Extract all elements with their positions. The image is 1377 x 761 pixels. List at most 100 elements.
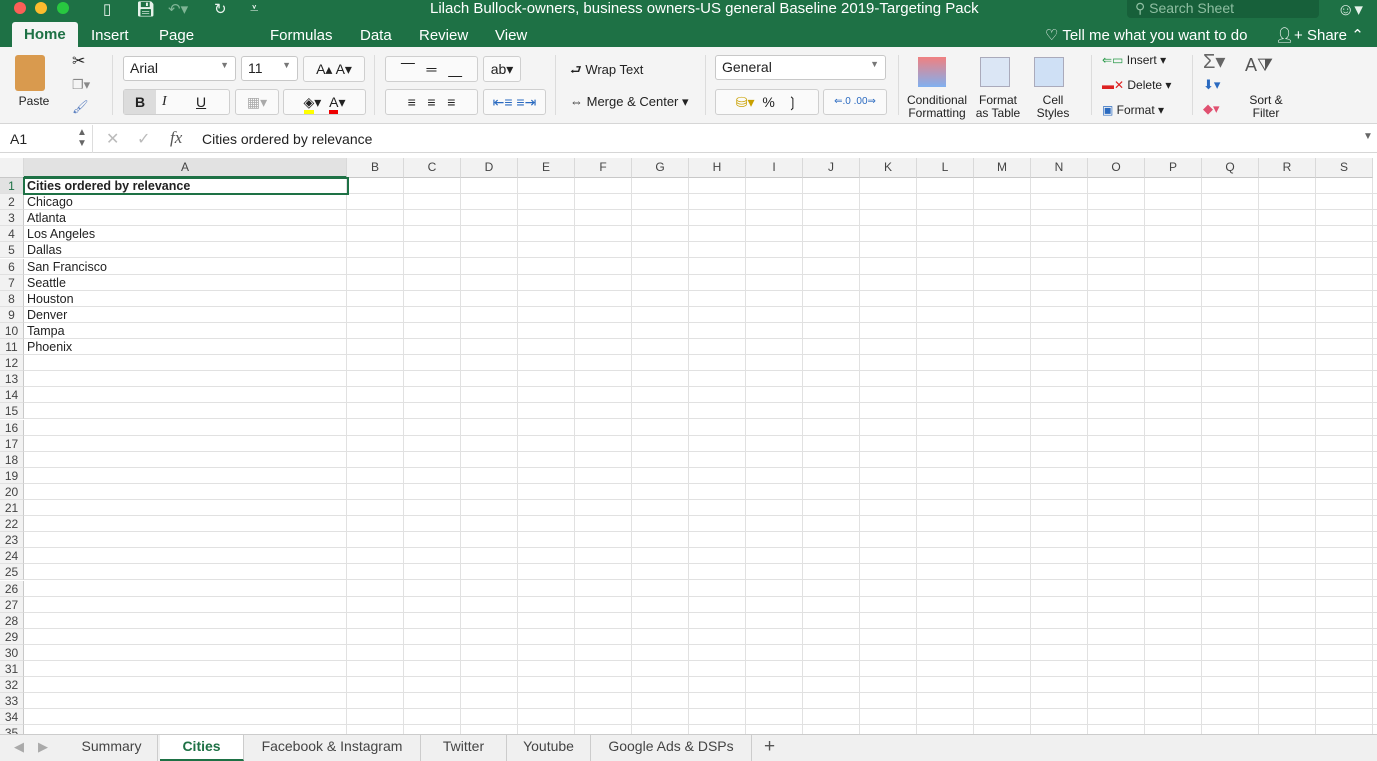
horizontal-align-group[interactable]: ≡ ≡ ≡ — [385, 89, 478, 115]
row-header[interactable]: 17 — [0, 435, 24, 452]
vertical-align-group[interactable]: ⎺ ═ ⎽ — [385, 56, 478, 82]
save-icon[interactable]: 💾︎ — [136, 0, 155, 18]
decimal-group[interactable]: ⇐.0 .00⇒ — [823, 89, 887, 115]
row-header[interactable]: 22 — [0, 516, 24, 533]
sheet-tab-youtube[interactable]: Youtube — [507, 735, 591, 761]
add-sheet-button[interactable]: + — [764, 736, 775, 758]
decrease-font-icon[interactable]: A▾ — [336, 61, 352, 77]
tell-me-search[interactable]: ♡ Tell me what you want to do — [1045, 26, 1247, 44]
row-header[interactable]: 16 — [0, 419, 24, 436]
tab-data[interactable]: Data — [360, 27, 392, 44]
row-header[interactable]: 6 — [0, 258, 24, 275]
row-header[interactable]: 15 — [0, 403, 24, 420]
cell-A5[interactable]: Dallas — [27, 242, 62, 258]
sheet-tab-summary[interactable]: Summary — [66, 735, 158, 761]
cancel-icon[interactable]: ✕ — [106, 129, 119, 149]
comma-style-button[interactable]: ❳ — [786, 94, 798, 110]
accounting-format-icon[interactable]: ⛁▾ — [736, 94, 755, 110]
customize-toolbar-icon[interactable]: ⩡ — [250, 0, 258, 17]
autosum-icon[interactable]: Σ▾ — [1203, 49, 1225, 74]
tab-review[interactable]: Review — [419, 27, 468, 44]
expand-formula-bar-icon[interactable]: ▼ — [1363, 131, 1373, 142]
column-header-C[interactable]: C — [404, 158, 461, 178]
cell-A6[interactable]: San Francisco — [27, 259, 107, 275]
column-header-N[interactable]: N — [1031, 158, 1088, 178]
row-header[interactable]: 29 — [0, 628, 24, 645]
row-header[interactable]: 28 — [0, 612, 24, 629]
font-size-select[interactable]: 11 ▼ — [241, 56, 298, 81]
column-header-J[interactable]: J — [803, 158, 860, 178]
row-header[interactable]: 21 — [0, 500, 24, 516]
column-header-O[interactable]: O — [1088, 158, 1145, 178]
row-header[interactable]: 9 — [0, 306, 24, 323]
maximize-window-button[interactable] — [57, 2, 69, 14]
column-header-H[interactable]: H — [689, 158, 746, 178]
row-header[interactable]: 23 — [0, 532, 24, 549]
format-as-table-button[interactable]: Format as Table — [972, 94, 1024, 120]
row-header[interactable]: 12 — [0, 355, 24, 372]
font-size-grow-shrink[interactable]: A▴ A▾ — [303, 56, 365, 82]
redo-icon[interactable]: ↻ — [214, 0, 227, 18]
close-window-button[interactable] — [14, 2, 26, 14]
indent-group[interactable]: ⇤≡ ≡⇥ — [483, 89, 546, 115]
row-header[interactable]: 7 — [0, 274, 24, 291]
column-header-Q[interactable]: Q — [1202, 158, 1259, 178]
format-cells-button[interactable]: ▣ Format ▾ — [1102, 103, 1164, 117]
paste-button[interactable]: Paste — [14, 95, 54, 108]
scroll-sheets-right-icon[interactable]: ▶ — [38, 739, 48, 755]
row-header[interactable]: 24 — [0, 548, 24, 565]
smiley-feedback-icon[interactable]: ☺▾ — [1337, 0, 1363, 20]
conditional-formatting-button[interactable]: Conditional Formatting — [903, 94, 971, 120]
search-sheet-input[interactable]: ⚲ Search Sheet — [1127, 0, 1319, 18]
sort-filter-icon[interactable]: A⧩ — [1245, 55, 1273, 76]
sidebar-toggle-icon[interactable]: ▯ — [103, 0, 111, 18]
clear-icon[interactable]: ◆▾ — [1203, 101, 1220, 117]
selected-cell-A1[interactable] — [23, 177, 349, 195]
enter-icon[interactable]: ✓ — [137, 129, 150, 149]
cell-A11[interactable]: Phoenix — [27, 339, 72, 355]
cell-A2[interactable]: Chicago — [27, 194, 73, 210]
cut-icon[interactable]: ✂ — [72, 51, 85, 71]
orientation-icon[interactable]: ab▾ — [483, 56, 521, 82]
merge-center-button[interactable]: ⇔ Merge & Center ▾ — [570, 94, 689, 110]
cell-A4[interactable]: Los Angeles — [27, 226, 95, 242]
underline-button[interactable]: U — [196, 90, 206, 114]
number-format-select[interactable]: General ▼ — [715, 55, 886, 80]
tab-insert[interactable]: Insert — [91, 27, 129, 44]
formula-input[interactable]: Cities ordered by relevance — [202, 131, 372, 147]
row-header[interactable]: 20 — [0, 483, 24, 500]
share-button[interactable]: 👤︎+ Share ⌃ — [1275, 26, 1364, 44]
cell-A3[interactable]: Atlanta — [27, 210, 66, 226]
row-header[interactable]: 32 — [0, 677, 24, 694]
column-header-K[interactable]: K — [860, 158, 917, 178]
row-header[interactable]: 1 — [0, 178, 24, 194]
row-header[interactable]: 4 — [0, 226, 24, 243]
insert-cells-button[interactable]: ⇐▭ Insert ▾ — [1102, 53, 1166, 67]
column-header-P[interactable]: P — [1145, 158, 1202, 178]
row-header[interactable]: 26 — [0, 580, 24, 597]
column-header-R[interactable]: R — [1259, 158, 1316, 178]
row-header[interactable]: 34 — [0, 709, 24, 726]
row-header[interactable]: 2 — [0, 194, 24, 211]
row-header[interactable]: 14 — [0, 387, 24, 404]
column-header-M[interactable]: M — [974, 158, 1031, 178]
row-header[interactable]: 3 — [0, 210, 24, 227]
row-header[interactable]: 35 — [0, 725, 24, 734]
sort-filter-button[interactable]: Sort & Filter — [1243, 94, 1289, 120]
fill-icon[interactable]: ⬇▾ — [1203, 77, 1220, 93]
sheet-tab-facebook-instagram[interactable]: Facebook & Instagram — [244, 735, 421, 761]
decrease-decimal-icon[interactable]: .00⇒ — [854, 96, 876, 107]
borders-button[interactable]: ▦▾ — [235, 89, 279, 115]
cell-A7[interactable]: Seattle — [27, 275, 66, 291]
conditional-formatting-icon[interactable] — [918, 57, 946, 87]
row-header[interactable]: 25 — [0, 564, 24, 581]
row-header[interactable]: 19 — [0, 467, 24, 484]
column-header-A[interactable]: A — [24, 158, 347, 178]
tab-view[interactable]: View — [495, 27, 527, 44]
percent-button[interactable]: % — [762, 94, 774, 110]
row-header[interactable]: 5 — [0, 242, 24, 259]
copy-icon[interactable]: ❐▾ — [72, 77, 90, 93]
column-header-I[interactable]: I — [746, 158, 803, 178]
collapse-ribbon-icon[interactable]: ⌃ — [1351, 27, 1364, 44]
column-header-B[interactable]: B — [347, 158, 404, 178]
